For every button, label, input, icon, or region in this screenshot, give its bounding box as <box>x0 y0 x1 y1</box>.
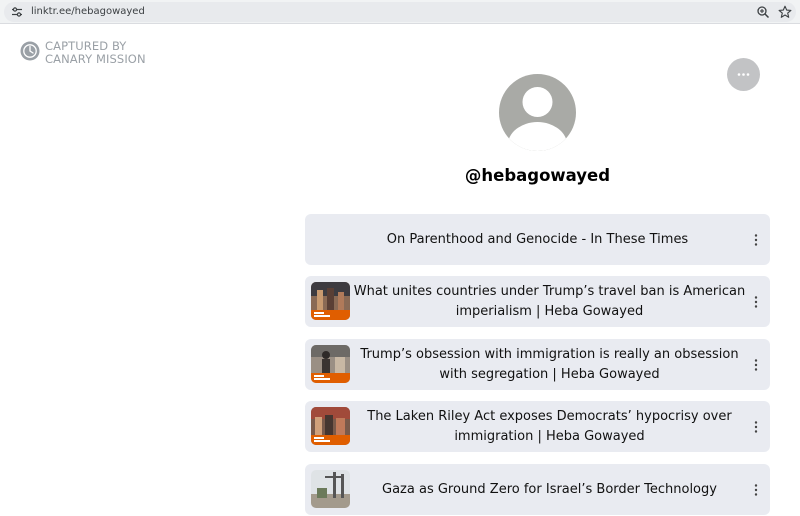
site-info-icon[interactable] <box>11 6 23 18</box>
address-bar[interactable]: linktr.ee/hebagowayed <box>4 2 796 22</box>
link-thumbnail <box>311 407 350 445</box>
link-title: On Parenthood and Genocide - In These Ti… <box>386 231 689 247</box>
more-options-button[interactable] <box>727 58 760 91</box>
link-title: Trump’s obsession with immigration is re… <box>360 347 739 382</box>
link-title: Gaza as Ground Zero for Israel’s Border … <box>382 481 717 497</box>
link-thumbnail <box>311 282 350 320</box>
capture-text: CAPTURED BY CANARY MISSION <box>45 39 146 66</box>
link-card-parenthood[interactable]: On Parenthood and Genocide - In These Ti… <box>305 214 770 265</box>
star-icon[interactable] <box>778 5 792 19</box>
link-thumbnail <box>311 470 350 508</box>
zoom-icon[interactable] <box>756 5 770 19</box>
guardian-thumbnail-icon <box>311 407 350 445</box>
link-card-travel-ban[interactable]: What unites countries under Trump’s trav… <box>305 276 770 327</box>
guardian-thumbnail-icon <box>311 345 350 383</box>
link-title: What unites countries under Trump’s trav… <box>353 284 746 319</box>
link-card-laken-riley[interactable]: The Laken Riley Act exposes Democrats’ h… <box>305 401 770 452</box>
guardian-thumbnail-icon <box>311 282 350 320</box>
canary-logo-icon <box>20 41 40 61</box>
profile-handle: @hebagowayed <box>464 166 611 185</box>
kebab-menu-icon[interactable] <box>754 234 758 246</box>
kebab-menu-icon[interactable] <box>754 484 758 496</box>
link-title: The Laken Riley Act exposes Democrats’ h… <box>367 409 732 444</box>
url-text[interactable]: linktr.ee/hebagowayed <box>31 6 145 18</box>
ellipsis-icon <box>737 73 750 76</box>
link-thumbnail <box>311 345 350 383</box>
border-fence-thumbnail-icon <box>311 470 350 508</box>
kebab-menu-icon[interactable] <box>754 421 758 433</box>
avatar <box>499 74 576 151</box>
link-card-segregation[interactable]: Trump’s obsession with immigration is re… <box>305 339 770 390</box>
kebab-menu-icon[interactable] <box>754 359 758 371</box>
browser-toolbar: linktr.ee/hebagowayed <box>0 0 800 24</box>
default-avatar-icon <box>507 87 568 151</box>
kebab-menu-icon[interactable] <box>754 296 758 308</box>
link-card-gaza-border[interactable]: Gaza as Ground Zero for Israel’s Border … <box>305 464 770 515</box>
